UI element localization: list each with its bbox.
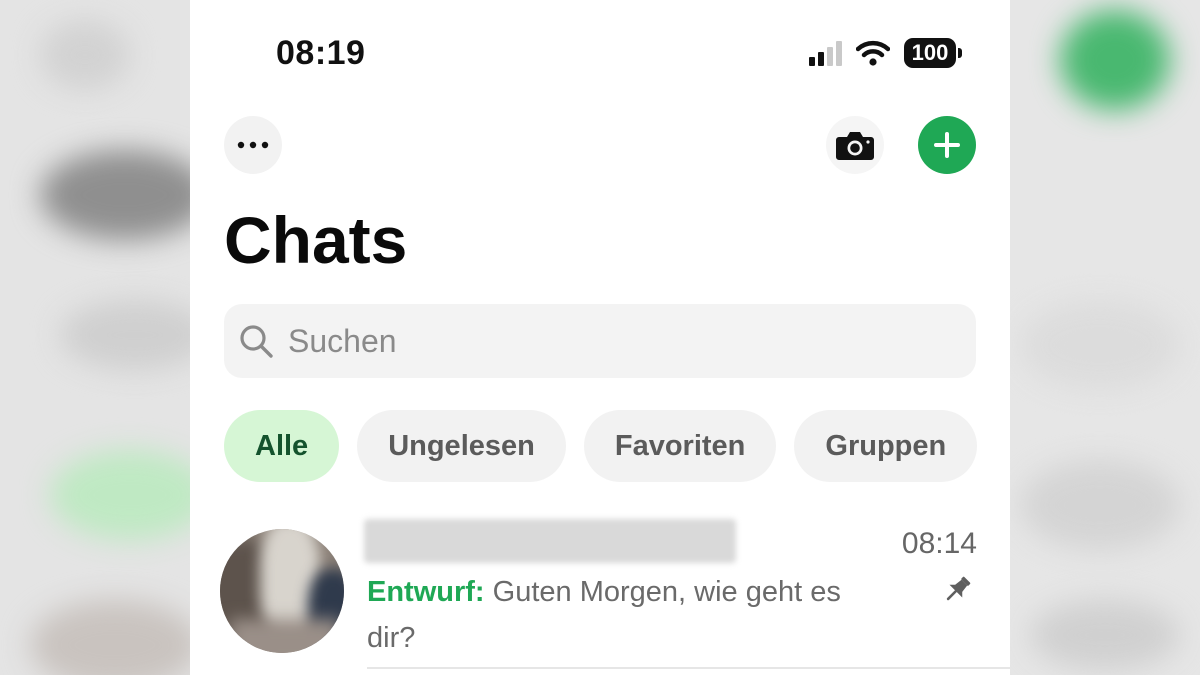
filter-chip-gruppen[interactable]: Gruppen — [794, 410, 978, 482]
avatar[interactable] — [220, 529, 344, 653]
row-divider — [367, 667, 1010, 669]
pin-icon — [942, 573, 974, 610]
status-time: 08:19 — [276, 34, 366, 72]
filter-chips: Alle Ungelesen Favoriten Gruppen — [224, 410, 978, 482]
filter-chip-alle[interactable]: Alle — [224, 410, 340, 482]
blurred-background-left — [0, 0, 190, 675]
new-chat-button[interactable] — [918, 116, 976, 174]
status-icons: 100 — [809, 38, 962, 68]
blurred-background-right — [1010, 0, 1200, 675]
ellipsis-icon — [237, 141, 269, 149]
page-title: Chats — [224, 203, 408, 277]
more-options-button[interactable] — [224, 116, 282, 174]
search-input[interactable] — [286, 321, 930, 361]
chat-preview: Entwurf: Guten Morgen, wie geht es dir? — [367, 569, 867, 661]
wifi-icon — [856, 40, 890, 66]
filter-chip-favoriten[interactable]: Favoriten — [583, 410, 777, 482]
chat-name-redacted — [364, 519, 736, 563]
chat-list-item[interactable]: 08:14 Entwurf: Guten Morgen, wie geht es… — [190, 505, 1010, 675]
camera-button[interactable] — [826, 116, 884, 174]
search-bar[interactable] — [224, 304, 976, 378]
cellular-signal-icon — [809, 40, 842, 66]
battery-indicator: 100 — [904, 38, 962, 68]
search-icon — [238, 323, 274, 359]
camera-icon — [836, 132, 874, 160]
chat-timestamp: 08:14 — [901, 527, 977, 560]
plus-icon — [934, 132, 960, 158]
phone-screen: 08:19 100 Chats Suchen Alle Ungelesen Fa… — [190, 0, 1010, 675]
filter-chip-ungelesen[interactable]: Ungelesen — [357, 410, 566, 482]
draft-label: Entwurf: — [367, 576, 485, 608]
